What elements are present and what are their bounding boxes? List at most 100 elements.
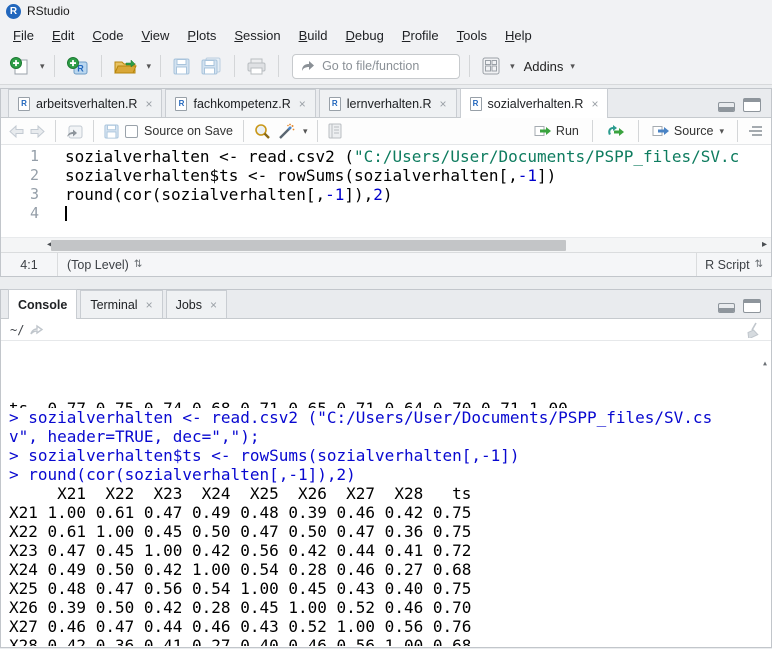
menu-tools[interactable]: Tools [448,24,496,47]
cursor-position: 4:1 [1,258,57,272]
scrollbar-thumb[interactable] [51,240,566,251]
menu-edit[interactable]: Edit [43,24,83,47]
rstudio-logo-icon: R [6,4,21,19]
menu-file[interactable]: File [4,24,43,47]
close-tab-icon[interactable]: × [146,298,153,312]
maximize-pane-icon[interactable] [743,98,761,112]
close-tab-icon[interactable]: × [440,97,447,111]
source-caret-icon: ▾ [719,126,724,137]
document-outline-icon[interactable] [748,125,763,137]
minimize-pane-icon[interactable] [718,102,735,112]
source-pane: Rarbeitsverhalten.R×Rfachkompetenz.R×Rle… [0,88,772,277]
file-type-selector[interactable]: R Script ⇅ [697,258,771,272]
console-input-line: v", header=TRUE, dec=","); [9,427,771,446]
new-project-button[interactable]: R [64,53,92,79]
new-file-caret-icon[interactable]: ▾ [40,61,45,72]
tab-sozialverhalten-r[interactable]: Rsozialverhalten.R× [460,88,609,118]
tab-console[interactable]: Console [8,289,77,319]
run-icon [534,125,552,137]
source-on-save-checkbox[interactable] [125,125,138,138]
console-input-line: > round(cor(sozialverhalten[,-1]),2) [9,465,771,484]
show-in-new-window-icon[interactable] [66,124,83,139]
tab-terminal[interactable]: Terminal× [80,290,162,318]
rerun-button[interactable] [603,118,628,144]
code-tools-wand-icon[interactable] [277,123,295,140]
run-button[interactable]: Run [531,118,582,144]
console-text: X28 0.42 0.36 0.41 0.27 0.40 0.46 0.56 1… [9,636,471,646]
code-segment-code: round(cor(sozialverhalten[, [65,185,325,204]
tab-jobs[interactable]: Jobs × [166,290,227,318]
tab-fachkompetenz-r[interactable]: Rfachkompetenz.R× [165,89,315,117]
menu-code[interactable]: Code [83,24,132,47]
scroll-up-icon[interactable]: ▴ [762,354,768,373]
menu-view[interactable]: View [132,24,178,47]
close-tab-icon[interactable]: × [299,97,306,111]
menu-debug[interactable]: Debug [337,24,393,47]
console-text: X25 0.48 0.47 0.56 0.54 1.00 0.45 0.43 0… [9,579,471,598]
window-title: RStudio [27,4,70,18]
save-all-button[interactable] [198,53,225,79]
console-text: X22 0.61 1.00 0.45 0.50 0.47 0.50 0.47 0… [9,522,471,541]
console-output[interactable]: ▴ ts 0.77 0.75 0.74 0.68 0.71 0.65 0.71 … [1,341,771,646]
divider [737,120,738,142]
editor-horizontal-scrollbar[interactable]: ◂ ▸ [1,237,771,252]
goto-file-input[interactable] [322,59,440,73]
print-icon [247,58,266,75]
save-doc-icon[interactable] [104,124,119,139]
console-text: ts 0.77 0.75 0.74 0.68 0.71 0.65 0.71 0.… [9,399,568,408]
scroll-right-icon[interactable]: ▸ [762,239,767,250]
clear-console-broom-icon[interactable] [746,322,762,338]
code-lines: sozialverhalten <- read.csv2 ("C:/Users/… [47,145,739,237]
tab-arbeitsverhalten-r[interactable]: Rarbeitsverhalten.R× [8,89,162,117]
console-input-line: > sozialverhalten <- read.csv2 ("C:/User… [9,408,771,427]
tab-label: Jobs [176,298,202,312]
line-number: 4 [1,204,39,223]
menu-plots[interactable]: Plots [178,24,225,47]
console-toolbar: ~/ [1,319,771,341]
maximize-pane-icon[interactable] [743,299,761,313]
new-file-button[interactable] [7,53,33,79]
divider [243,120,244,142]
save-button[interactable] [170,53,193,79]
back-icon[interactable] [9,125,24,138]
open-file-button[interactable] [111,53,140,79]
source-tab-row: Rarbeitsverhalten.R×Rfachkompetenz.R×Rle… [1,88,771,118]
code-tools-caret-icon[interactable]: ▾ [303,126,308,137]
source-button[interactable]: Source ▾ [649,118,727,144]
code-segment-code: ]), [344,185,373,204]
addins-button[interactable]: Addins ▾ [520,59,579,74]
goto-directory-icon[interactable] [30,324,44,335]
close-tab-icon[interactable]: × [210,298,217,312]
menu-profile[interactable]: Profile [393,24,448,47]
compile-report-icon[interactable] [328,123,342,139]
find-replace-icon[interactable] [254,123,271,139]
r-file-icon: R [18,97,30,111]
divider [160,55,161,77]
print-button[interactable] [244,53,269,79]
tab-label: lernverhalten.R [347,97,432,111]
console-output-line: X24 0.49 0.50 0.42 1.00 0.54 0.28 0.46 0… [9,560,771,579]
open-file-caret-icon[interactable]: ▾ [147,61,152,72]
panes-caret-icon[interactable]: ▾ [510,61,515,72]
menu-session[interactable]: Session [225,24,289,47]
menu-help[interactable]: Help [496,24,541,47]
code-editor[interactable]: 1234 sozialverhalten <- read.csv2 ("C:/U… [1,145,771,237]
code-segment-number: -1 [518,166,537,185]
workspace-panes-button[interactable] [479,53,503,79]
console-output-line: X22 0.61 1.00 0.45 0.50 0.47 0.50 0.47 0… [9,522,771,541]
close-tab-icon[interactable]: × [591,97,598,111]
console-output-line: X23 0.47 0.45 1.00 0.42 0.56 0.42 0.44 0… [9,541,771,560]
console-output-line: X21 X22 X23 X24 X25 X26 X27 X28 ts [9,484,771,503]
divider [55,120,56,142]
minimize-pane-icon[interactable] [718,303,735,313]
close-tab-icon[interactable]: × [145,97,152,111]
divider [101,55,102,77]
r-file-icon: R [470,97,482,111]
goto-file-search[interactable] [292,54,460,79]
forward-icon[interactable] [30,125,45,138]
console-text: X21 1.00 0.61 0.47 0.49 0.48 0.39 0.46 0… [9,503,471,522]
menu-build[interactable]: Build [290,24,337,47]
tab-lernverhalten-r[interactable]: Rlernverhalten.R× [319,89,457,117]
editor-toolbar-right: Run Source ▾ [531,118,763,144]
scope-selector[interactable]: (Top Level) ⇅ [58,258,696,272]
